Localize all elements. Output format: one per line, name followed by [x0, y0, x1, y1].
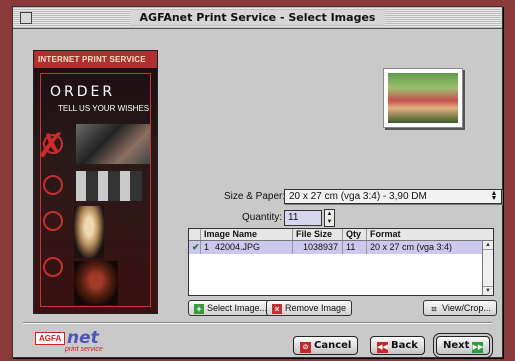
row-name-text: 42004.JPG	[215, 242, 261, 252]
column-header-format[interactable]: Format	[367, 229, 483, 240]
cancel-label: Cancel	[314, 340, 352, 351]
title-bar[interactable]: AGFAnet Print Service - Select Images	[13, 7, 502, 29]
next-arrow-icon: ▶▶	[472, 342, 484, 353]
view-crop-button[interactable]: ⌗ View/Crop...	[423, 300, 497, 316]
remove-image-button[interactable]: × Remove Image	[266, 300, 353, 316]
banner-photo-portrait-red	[74, 261, 118, 305]
banner-header: INTERNET PRINT SERVICE	[34, 51, 157, 68]
step-ring	[43, 257, 63, 277]
scroll-down-arrow-icon[interactable]: ▼	[483, 286, 493, 295]
quantity-stepper[interactable]: ▲ ▼	[324, 209, 335, 227]
remove-image-label: Remove Image	[285, 303, 347, 313]
close-box[interactable]	[20, 12, 32, 24]
table-row[interactable]: ✔ 1 42004.JPG 1038937 11 20 x 27 cm (vga …	[189, 241, 493, 254]
banner-tagline: TELL US YOUR WISHES	[58, 104, 150, 113]
cancel-icon: ⊘	[300, 342, 311, 353]
row-file-size: 1038937	[293, 241, 343, 254]
scroll-up-arrow-icon[interactable]: ▲	[483, 241, 493, 250]
image-list-table: Image Name File Size Qty Format ✔ 1 42004…	[188, 228, 494, 296]
print-service-window: AGFAnet Print Service - Select Images IN…	[12, 6, 503, 358]
logo-net: net	[67, 328, 99, 348]
banner-photo-portrait	[74, 206, 104, 258]
table-header: Image Name File Size Qty Format	[189, 229, 493, 241]
view-crop-label: View/Crop...	[442, 303, 491, 313]
row-format: 20 x 27 cm (vga 3:4)	[370, 242, 453, 252]
table-scrollbar[interactable]: ▲ ▼	[482, 241, 493, 295]
row-check-icon[interactable]: ✔	[189, 241, 201, 254]
quantity-field[interactable]: 11	[284, 210, 322, 226]
add-icon: +	[194, 304, 204, 314]
back-button[interactable]: ◀◀ Back	[370, 336, 425, 355]
footer-divider	[23, 322, 492, 324]
banner-headline: ORDER	[50, 84, 116, 100]
size-paper-label: Size & Paper:	[224, 191, 286, 202]
size-paper-value: 20 x 27 cm (vga 3:4) - 3,90 DM	[289, 191, 427, 202]
banner-photo-group	[76, 124, 150, 164]
image-preview-thumbnail	[383, 68, 463, 128]
cancel-button[interactable]: ⊘ Cancel	[293, 336, 359, 355]
preview-photo	[388, 73, 458, 123]
back-label: Back	[391, 340, 418, 351]
banner-photo-strip	[76, 171, 142, 201]
remove-icon: ×	[272, 304, 282, 314]
next-button[interactable]: Next ▶▶	[436, 336, 491, 355]
row-qty: 11	[343, 241, 367, 254]
column-header-qty[interactable]: Qty	[343, 229, 367, 240]
quantity-label: Quantity:	[242, 212, 283, 223]
red-check-icon: ✗	[37, 127, 66, 165]
column-header-check[interactable]	[189, 229, 201, 240]
next-label: Next	[443, 340, 470, 351]
size-paper-select[interactable]: 20 x 27 cm (vga 3:4) - 3,90 DM ▲ ▼	[284, 189, 502, 204]
select-image-button[interactable]: + Select Image...	[188, 300, 274, 316]
order-banner: INTERNET PRINT SERVICE ORDER TELL US YOU…	[33, 50, 158, 314]
row-number: 1	[204, 242, 210, 252]
popup-arrows-icon: ▲ ▼	[490, 190, 498, 202]
window-title: AGFAnet Print Service - Select Images	[129, 10, 386, 25]
back-arrow-icon: ◀◀	[377, 342, 388, 353]
column-header-size[interactable]: File Size	[293, 229, 343, 240]
column-header-name[interactable]: Image Name	[201, 229, 293, 240]
select-image-label: Select Image...	[207, 303, 268, 313]
step-ring	[43, 175, 63, 195]
row-image-name: 1 42004.JPG	[201, 241, 293, 254]
logo-agfa: AGFA	[35, 332, 66, 345]
crop-icon: ⌗	[431, 304, 437, 314]
step-ring	[43, 211, 63, 231]
agfanet-logo: AGFA net print service	[35, 328, 130, 353]
logo-subtitle: print service	[65, 346, 103, 353]
